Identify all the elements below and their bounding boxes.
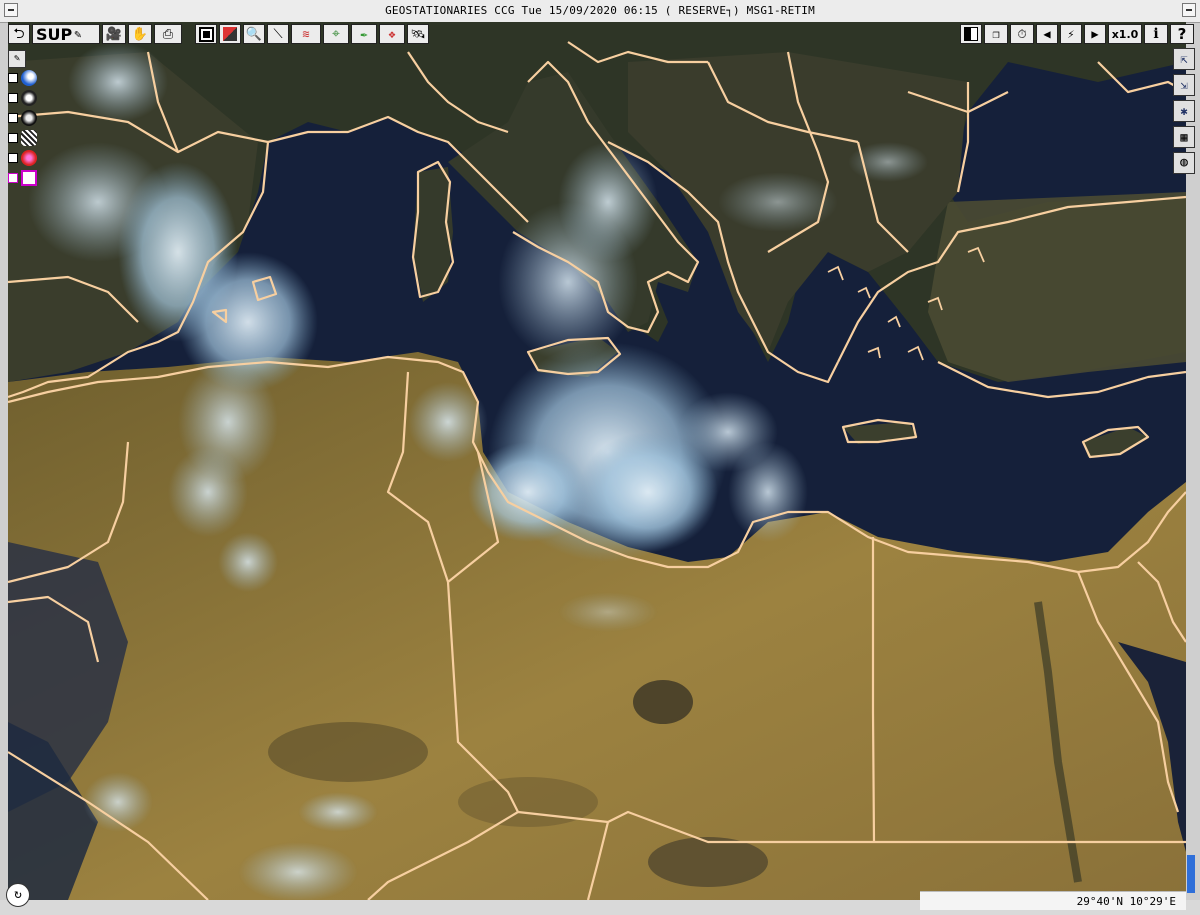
rotate-icon: ↻ (14, 887, 22, 902)
export-down-button[interactable]: ⇲ (1173, 74, 1195, 96)
layer-checkbox[interactable] (8, 133, 18, 143)
globe-icon: ◍ (1180, 155, 1188, 170)
brightness-button[interactable] (960, 24, 982, 44)
palette-icon (223, 27, 237, 41)
line-draw-icon: ⟍ (273, 26, 283, 42)
crosshair-target-icon: ⌖ (332, 26, 340, 42)
wind-barbs-icon: ≋ (302, 27, 310, 41)
figure-button[interactable]: ✱ (1173, 100, 1195, 122)
palette-button[interactable] (219, 24, 241, 44)
camera-button[interactable]: 🎥 (102, 24, 126, 44)
satellite-button[interactable]: 🛰 (407, 24, 429, 44)
export-icon: ⇱ (1180, 52, 1188, 66)
zoom-magnifier-icon: 🔍 (245, 26, 263, 42)
help-label: ? (1177, 25, 1187, 43)
timer-icon: ⏱ (1017, 26, 1027, 41)
square-select-button[interactable] (195, 24, 217, 44)
printer-icon: ⎙ (162, 26, 174, 42)
rotate-view-button[interactable]: ↻ (6, 883, 30, 907)
info-button[interactable]: i (1144, 24, 1168, 44)
timer-button[interactable]: ⏱ (1010, 24, 1034, 44)
title-bar: GEOSTATIONARIES CCG Tue 15/09/2020 06:15… (0, 0, 1200, 23)
layer-row-1[interactable] (8, 70, 37, 86)
layer-menu-icon: ✎ (13, 53, 21, 64)
satellite-blue-icon (21, 70, 37, 86)
step-back-icon: ◀ (1043, 27, 1051, 41)
overlay-icon: ❐ (992, 27, 1000, 41)
grid-button[interactable]: ▦ (1173, 126, 1195, 148)
undo-button[interactable]: ⮌ (8, 24, 30, 44)
sup-button[interactable]: SUP ✎ (32, 24, 100, 44)
zoom-level-label: x1.0 (1111, 27, 1139, 41)
sup-label: SUP (36, 24, 73, 44)
camera-icon: 🎥 (105, 26, 123, 42)
globe-button[interactable]: ◍ (1173, 152, 1195, 174)
figure-icon: ✱ (1180, 104, 1188, 118)
layer-row-3[interactable] (8, 110, 37, 126)
layer-row-5[interactable] (8, 150, 37, 166)
zoom-button[interactable]: 🔍 (243, 24, 265, 44)
zoom-level-button[interactable]: x1.0 (1108, 24, 1142, 44)
layer-row-2[interactable] (8, 90, 37, 106)
map-layers-icon: ❖ (388, 27, 396, 41)
map-layers-button[interactable]: ❖ (379, 24, 405, 44)
wind-barbs-button[interactable]: ≋ (291, 24, 321, 44)
hand-icon: ✋ (131, 26, 149, 42)
lightning-icon (21, 110, 37, 126)
pen-icon: ✒ (360, 27, 368, 41)
layer-menu-button[interactable]: ✎ (8, 50, 26, 68)
pen-button[interactable]: ✒ (351, 24, 377, 44)
satellite-icon: 🛰 (410, 27, 426, 41)
layer-row-4[interactable] (8, 130, 37, 146)
cloud-hatch-icon (21, 130, 37, 146)
window-title: GEOSTATIONARIES CCG Tue 15/09/2020 06:15… (385, 4, 815, 17)
help-button[interactable]: ? (1170, 24, 1194, 44)
line-draw-button[interactable]: ⟍ (267, 24, 289, 44)
step-forward-button[interactable]: ▶ (1084, 24, 1106, 44)
hand-button[interactable]: ✋ (128, 24, 152, 44)
step-back-button[interactable]: ◀ (1036, 24, 1058, 44)
brightness-icon (964, 27, 978, 41)
export-down-icon: ⇲ (1180, 78, 1188, 92)
crosshair-button[interactable]: ⌖ (323, 24, 349, 44)
status-bar: 29°40'N 10°29'E (920, 891, 1186, 910)
export-button[interactable]: ⇱ (1173, 48, 1195, 70)
grid-icon: ▦ (1180, 130, 1188, 144)
layer-checkbox[interactable] (8, 113, 18, 123)
cursor-coordinates: 29°40'N 10°29'E (1076, 895, 1176, 908)
layer-row-6[interactable] (8, 170, 37, 186)
undo-arrow-icon: ⮌ (13, 26, 25, 42)
layer-checkbox[interactable] (8, 93, 18, 103)
step-forward-icon: ▶ (1091, 27, 1099, 41)
satellite-image (8, 22, 1186, 900)
square-select-icon (198, 26, 214, 42)
overlay-button[interactable]: ❐ (984, 24, 1008, 44)
sun-red-icon (21, 150, 37, 166)
frame-magenta-icon (21, 170, 37, 186)
satellite-map[interactable] (8, 22, 1186, 900)
layer-checkbox[interactable] (8, 153, 18, 163)
eraser-icon: ✎ (74, 27, 82, 41)
animation-button[interactable]: ⚡ (1060, 24, 1082, 44)
print-button[interactable]: ⎙ (154, 24, 182, 44)
animation-icon: ⚡ (1067, 27, 1075, 41)
window-close-button[interactable] (1182, 3, 1196, 17)
radar-icon (21, 90, 37, 106)
layer-checkbox[interactable] (8, 173, 18, 183)
vertical-scrollbar[interactable] (1187, 855, 1195, 893)
layer-checkbox[interactable] (8, 73, 18, 83)
info-icon: i (1153, 26, 1159, 42)
